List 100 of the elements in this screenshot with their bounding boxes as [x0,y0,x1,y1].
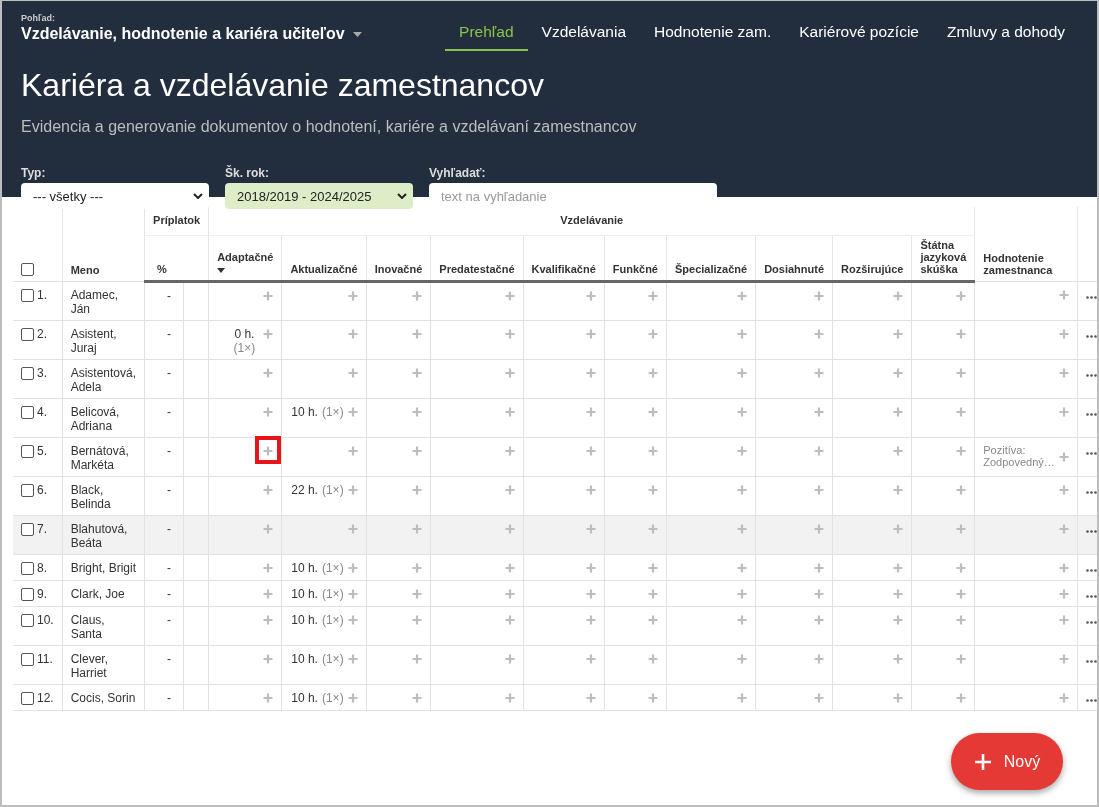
add-icon[interactable] [956,693,967,703]
add-icon[interactable] [412,407,423,417]
add-icon[interactable] [347,407,358,417]
more-icon[interactable] [1085,374,1097,377]
nav-tab[interactable]: Vzdelávania [527,21,640,51]
add-icon[interactable] [585,654,596,664]
add-icon[interactable] [648,485,658,495]
column-header[interactable]: Štátna jazyková skúška [911,235,975,282]
add-icon[interactable] [347,563,358,573]
add-icon[interactable] [412,563,423,573]
add-icon[interactable] [737,693,748,703]
row-checkbox[interactable] [21,445,34,459]
add-icon[interactable] [814,485,825,495]
add-icon[interactable] [585,485,596,495]
add-icon[interactable] [1058,563,1069,573]
add-icon[interactable] [893,407,904,417]
column-header[interactable]: Dosiahnuté [755,235,833,282]
add-icon[interactable] [504,368,515,378]
nav-tab[interactable]: Hodnotenie zam. [640,21,786,51]
add-icon[interactable] [347,368,358,378]
column-header[interactable]: Kvalifikačné [523,235,605,282]
nav-tab[interactable]: Zmluvy a dohody [932,21,1079,51]
more-icon[interactable] [1085,413,1097,416]
add-icon[interactable] [347,693,358,703]
add-icon[interactable] [347,485,358,495]
add-icon[interactable] [504,485,515,495]
add-icon[interactable] [956,589,967,599]
add-icon[interactable] [1058,290,1069,300]
add-icon[interactable] [737,589,748,599]
add-icon[interactable] [737,654,748,664]
add-icon[interactable] [263,615,274,625]
add-icon[interactable] [1058,615,1069,625]
add-icon[interactable] [893,485,904,495]
add-icon[interactable] [814,524,825,534]
add-icon[interactable] [648,524,658,534]
add-icon[interactable] [956,446,967,456]
add-icon[interactable] [412,693,423,703]
add-icon[interactable] [648,589,658,599]
add-icon[interactable] [1058,368,1069,378]
nav-tab[interactable]: Kariérové pozície [785,21,933,51]
add-icon[interactable] [263,291,274,301]
add-icon[interactable] [504,615,515,625]
column-header[interactable]: % [144,235,184,282]
column-header[interactable]: Špecializačné [666,235,756,282]
add-icon[interactable] [412,589,423,599]
add-icon[interactable] [814,329,825,339]
add-icon[interactable] [263,563,274,573]
add-icon[interactable] [737,368,748,378]
add-icon[interactable] [893,693,904,703]
add-icon[interactable] [585,368,596,378]
add-icon[interactable] [412,291,423,301]
add-icon[interactable] [412,329,423,339]
view-selector[interactable]: Vzdelávanie, hodnotenie a kariéra učiteľov [21,25,362,43]
add-icon[interactable] [648,291,658,301]
add-icon[interactable] [1058,693,1069,703]
add-icon[interactable] [737,485,748,495]
add-icon[interactable] [893,615,904,625]
add-icon[interactable] [648,407,658,417]
add-icon[interactable] [585,563,596,573]
row-checkbox[interactable] [21,367,34,381]
add-icon[interactable] [956,291,967,301]
add-icon[interactable] [347,615,358,625]
add-icon[interactable] [737,291,748,301]
column-header[interactable]: Meno [62,207,145,282]
add-icon[interactable] [504,407,515,417]
add-icon[interactable] [585,291,596,301]
add-icon[interactable] [585,615,596,625]
add-icon[interactable] [1058,589,1069,599]
add-icon[interactable] [347,446,358,456]
add-icon[interactable] [737,524,748,534]
new-button[interactable]: Nový [951,733,1063,790]
add-icon[interactable] [263,368,274,378]
add-icon[interactable] [504,654,515,664]
row-checkbox[interactable] [21,692,34,706]
more-icon[interactable] [1085,621,1097,624]
add-icon[interactable] [956,524,967,534]
add-icon[interactable] [956,407,967,417]
add-icon[interactable] [585,407,596,417]
filter-dropdown[interactable]: --- všetky --- [21,183,209,209]
row-checkbox[interactable] [21,614,34,628]
add-icon[interactable] [956,615,967,625]
add-icon[interactable] [412,368,423,378]
add-icon[interactable] [648,693,658,703]
add-icon[interactable] [893,329,904,339]
add-icon[interactable] [893,524,904,534]
row-checkbox[interactable] [21,484,34,498]
add-icon[interactable] [1058,654,1069,664]
add-icon[interactable] [648,368,658,378]
column-header[interactable]: Hodnotenie zamestnanca [974,207,1078,282]
more-icon[interactable] [1085,569,1097,572]
add-icon[interactable] [347,291,358,301]
add-icon[interactable] [504,563,515,573]
add-icon[interactable] [504,693,515,703]
add-icon[interactable] [263,589,274,599]
add-icon[interactable] [956,654,967,664]
add-icon[interactable] [648,329,658,339]
column-header[interactable]: Adaptačné [208,235,282,282]
add-icon[interactable] [504,446,515,456]
select-all-checkbox[interactable] [21,263,34,276]
add-icon[interactable] [1058,407,1069,417]
